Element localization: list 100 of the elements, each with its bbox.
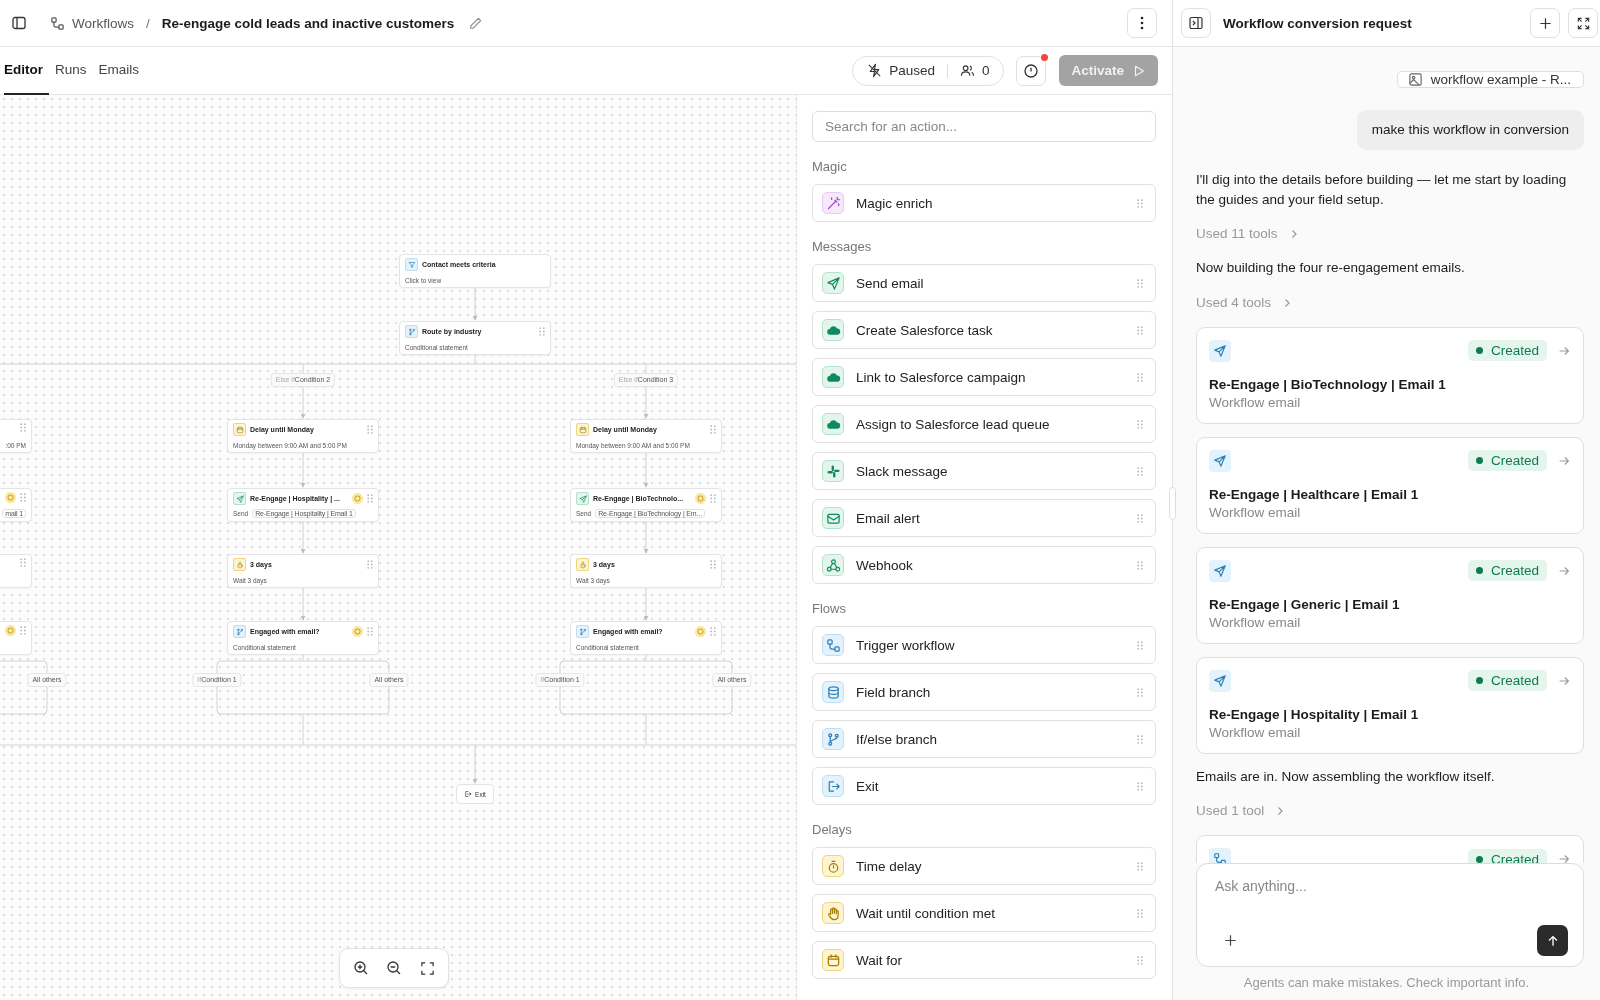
more-button[interactable] <box>1127 8 1157 38</box>
action-label: Send email <box>856 275 925 291</box>
user-message: make this workflow in conversion <box>1356 110 1584 150</box>
card-title: Re-Engage | Generic | Email 1 <box>1209 595 1401 614</box>
action-item[interactable]: Email alert <box>812 499 1156 537</box>
sidebar-icon <box>11 15 27 31</box>
status-badge: Created <box>1467 848 1547 863</box>
plus-icon <box>1537 15 1553 31</box>
drag-handle-icon[interactable] <box>1137 560 1143 570</box>
send-icon <box>825 275 841 291</box>
section-heading: Delays <box>812 821 853 839</box>
result-card[interactable]: Created <box>1196 835 1584 863</box>
card-subtitle: Workflow email <box>1209 503 1302 522</box>
drag-handle-icon[interactable] <box>1137 687 1143 697</box>
attachment-chip[interactable]: workflow example - R... <box>1396 71 1584 88</box>
action-item[interactable]: Slack message <box>812 452 1156 490</box>
send-button[interactable] <box>1537 925 1568 956</box>
action-item[interactable]: Trigger workflow <box>812 626 1156 664</box>
drag-handle-icon[interactable] <box>539 327 545 336</box>
action-item[interactable]: Link to Salesforce campaign <box>812 358 1156 396</box>
arrow-right-icon <box>1557 852 1571 863</box>
drag-handle-icon[interactable] <box>710 560 716 569</box>
workflow-node[interactable] <box>0 554 32 588</box>
connector-arrow <box>472 744 478 784</box>
wand-icon <box>825 195 841 211</box>
send-icon <box>1213 563 1227 578</box>
drag-handle-icon[interactable] <box>1137 372 1143 382</box>
nodes-icon <box>825 557 841 573</box>
action-label: Create Salesforce task <box>856 322 994 338</box>
connector-arrow <box>300 386 306 419</box>
workflow-node[interactable] <box>0 621 32 655</box>
action-item[interactable]: Wait until condition met <box>812 894 1156 932</box>
drag-handle-icon[interactable] <box>367 560 373 569</box>
result-card[interactable]: Created Re-Engage | Healthcare | Email 1 Workflow email <box>1196 436 1584 534</box>
drag-handle-icon[interactable] <box>1137 734 1143 744</box>
drag-handle-icon[interactable] <box>710 627 716 636</box>
connector-arrow <box>643 521 649 554</box>
drag-handle-icon[interactable] <box>20 493 26 502</box>
branch-icon <box>235 627 244 636</box>
connector-arrow <box>643 587 649 621</box>
drag-handle-icon[interactable] <box>1137 513 1143 523</box>
people-icon <box>959 63 975 78</box>
drag-handle-icon[interactable] <box>1137 640 1143 650</box>
breadcrumb-label: Workflows <box>72 15 134 31</box>
drag-handle-icon[interactable] <box>1137 781 1143 791</box>
calendar-icon <box>825 952 841 968</box>
drag-handle-icon[interactable] <box>20 626 26 635</box>
action-item[interactable]: Time delay <box>812 847 1156 885</box>
drag-handle-icon[interactable] <box>710 425 716 434</box>
action-label: Email alert <box>856 510 921 526</box>
send-icon <box>1213 343 1227 358</box>
drag-handle-icon[interactable] <box>367 494 373 503</box>
result-card[interactable]: Created Re-Engage | Hospitality | Email 1 Workflow email <box>1196 656 1584 754</box>
connector-arrow <box>300 521 306 554</box>
alerts-button[interactable] <box>1016 55 1047 86</box>
connector-line <box>0 660 48 674</box>
action-item[interactable]: If/else branch <box>812 720 1156 758</box>
chat-title: Workflow conversion request <box>1223 15 1412 31</box>
drag-handle-icon[interactable] <box>20 423 26 432</box>
drag-handle-icon[interactable] <box>1137 908 1143 918</box>
send-icon <box>1213 453 1227 468</box>
result-card[interactable]: Created Re-Engage | Generic | Email 1 Workflow email <box>1196 546 1584 644</box>
connector-arrow <box>472 287 478 321</box>
card-subtitle: Workflow email <box>1209 723 1302 742</box>
drag-handle-icon[interactable] <box>1137 955 1143 965</box>
drag-handle-icon[interactable] <box>367 627 373 636</box>
drag-handle-icon[interactable] <box>20 558 26 567</box>
drag-handle-icon[interactable] <box>1137 198 1143 208</box>
new-chat-button[interactable] <box>1530 8 1560 38</box>
action-item[interactable]: Magic enrich <box>812 184 1156 222</box>
drag-handle-icon[interactable] <box>1137 861 1143 871</box>
tab[interactable]: Runs <box>49 46 93 95</box>
play-icon <box>1132 63 1146 78</box>
search-field[interactable]: Search for an action... <box>812 111 1156 142</box>
drag-handle-icon[interactable] <box>1137 466 1143 476</box>
message-field[interactable]: Ask anything... <box>1215 878 1568 894</box>
drag-handle-icon[interactable] <box>710 494 716 503</box>
bolt-off-icon <box>867 63 883 78</box>
expand-button[interactable] <box>1568 8 1598 38</box>
drag-handle-icon[interactable] <box>367 425 373 434</box>
action-label: Wait until condition met <box>856 905 997 921</box>
action-item[interactable]: Field branch <box>812 673 1156 711</box>
action-item[interactable]: Send email <box>812 264 1156 302</box>
tab[interactable]: Emails <box>92 46 146 95</box>
action-item[interactable]: Wait for <box>812 941 1156 979</box>
panel-toggle-button[interactable] <box>1181 8 1211 38</box>
action-item[interactable]: Exit <box>812 767 1156 805</box>
tool-summary: Used 1 tool <box>1196 802 1265 820</box>
drag-handle-icon[interactable] <box>1137 419 1143 429</box>
action-item[interactable]: Create Salesforce task <box>812 311 1156 349</box>
result-card[interactable]: Created Re-Engage | BioTechnology | Email 1 Workflow email <box>1196 326 1584 424</box>
action-item[interactable]: Webhook <box>812 546 1156 584</box>
breadcrumb-link[interactable]: Workflows <box>50 15 134 31</box>
action-item[interactable]: Assign to Salesforce lead queue <box>812 405 1156 443</box>
drag-handle-icon[interactable] <box>1137 325 1143 335</box>
assistant-message: Emails are in. Now assembling the workflow itself. <box>1196 767 1496 786</box>
plus-icon <box>1222 933 1238 948</box>
expand-icon <box>1575 15 1591 31</box>
drag-handle-icon[interactable] <box>1137 278 1143 288</box>
resize-handle[interactable] <box>1169 487 1176 520</box>
